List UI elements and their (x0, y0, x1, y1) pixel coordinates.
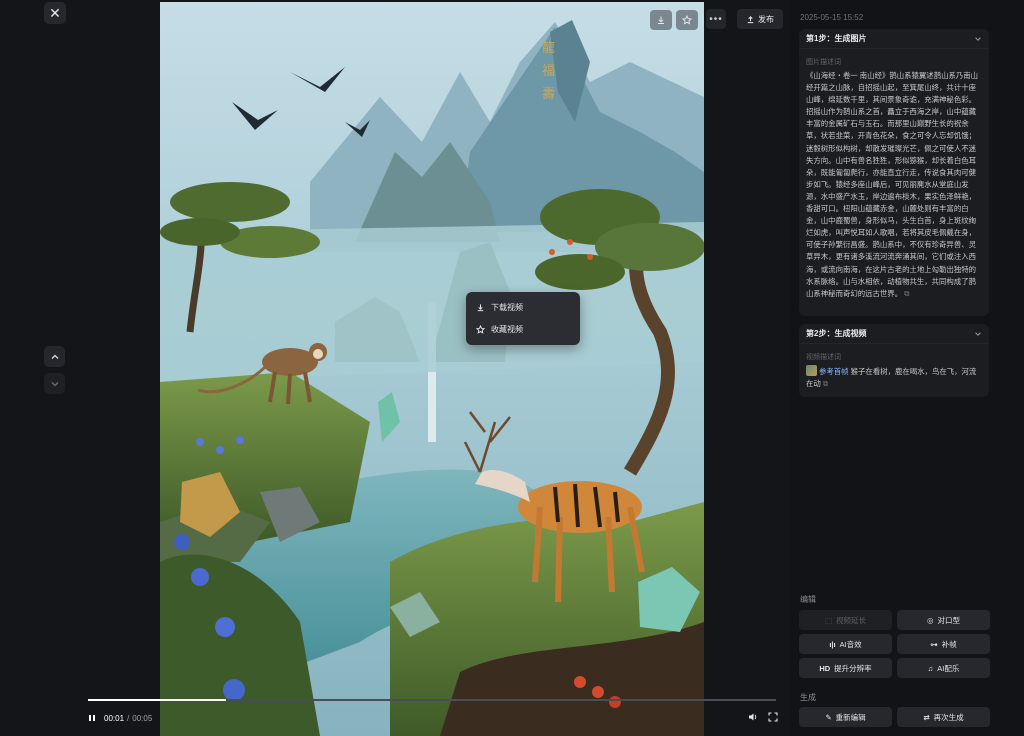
upscale-button[interactable]: HD 提升分辨率 (799, 658, 892, 678)
tool-label: 视频延长 (836, 615, 867, 625)
extend-icon: ⬚ (824, 615, 833, 625)
tool-label: AI音效 (839, 639, 862, 649)
lip-sync-icon: ◎ (926, 615, 934, 625)
step2-card: 第2步：生成视频 视频描述词 参考首帧 猴子在看树，鹿在喝水，鸟在飞，河流在动 … (799, 324, 989, 397)
frame-interpolation-button[interactable]: ⊶ 补帧 (897, 634, 990, 654)
player-controls: 00:01 / 00:05 (88, 710, 778, 726)
calligraphy-char-2: 福 (542, 64, 555, 79)
copy-icon[interactable]: ⧉ (904, 289, 909, 298)
pencil-icon: ✎ (825, 712, 832, 722)
step2-sub-label: 视频描述词 (806, 354, 841, 361)
ai-music-button[interactable]: ♫ AI配乐 (897, 658, 990, 678)
progress-fill (88, 699, 226, 701)
tool-label: 对口型 (937, 615, 961, 625)
calligraphy-char-3: 壽 (542, 87, 555, 102)
download-icon (477, 303, 484, 311)
ai-sound-effect-button[interactable]: ı|ı AI音效 (799, 634, 892, 654)
chevron-up-icon (51, 354, 58, 359)
star-icon (682, 15, 692, 25)
tool-label: 重新编辑 (835, 712, 866, 722)
menu-item-download-video[interactable]: 下载视频 (466, 296, 580, 318)
tool-label: AI配乐 (937, 663, 960, 673)
step2-title: 第2步：生成视频 (806, 329, 867, 338)
download-icon (658, 16, 664, 24)
step1-card: 第1步：生成图片 图片描述词 《山海经・卷一 南山经》鹊山系猿翼述鹊山系乃南山经… (799, 29, 989, 316)
pause-button[interactable] (88, 713, 98, 723)
menu-item-favorite-video[interactable]: 收藏视频 (466, 318, 580, 340)
tool-label: 补帧 (941, 639, 957, 649)
more-icon: ••• (709, 13, 723, 25)
more-options-button[interactable]: ••• (706, 9, 726, 29)
regenerate-button[interactable]: ⇄ 再次生成 (897, 707, 990, 727)
reference-frame-thumbnail[interactable] (806, 365, 817, 376)
hd-icon: HD (819, 663, 831, 673)
next-button[interactable] (44, 373, 65, 394)
calligraphy-char-1: 龍 (542, 40, 555, 56)
chevron-down-icon (51, 381, 58, 386)
context-menu: 下载视频 收藏视频 (466, 292, 580, 345)
music-icon: ♫ (927, 663, 934, 673)
video-progress-bar[interactable] (88, 699, 776, 701)
step1-prompt-text: 《山海经・卷一 南山经》鹊山系猿翼述鹊山系乃南山经开篇之山脉，自招摇山起，至箕尾… (799, 70, 989, 300)
fullscreen-icon[interactable] (768, 712, 778, 722)
player-right-controls (748, 712, 778, 722)
generate-section-label: 生成 (800, 693, 816, 702)
menu-item-label: 收藏视频 (491, 324, 523, 334)
total-time: 00:05 (132, 713, 153, 723)
step2-prompt-text: 参考首帧 猴子在看树，鹿在喝水，鸟在飞，河流在动 ⧉ (799, 365, 989, 390)
lip-sync-button[interactable]: ◎ 对口型 (897, 610, 990, 630)
favorite-image-button[interactable] (676, 10, 698, 30)
step2-header[interactable]: 第2步：生成视频 (799, 324, 989, 344)
sound-effect-icon: ı|ı (829, 639, 836, 649)
generation-panel: 2025-05-15 15:52 第1步：生成图片 图片描述词 《山海经・卷一 … (790, 0, 1024, 736)
chevron-down-icon (975, 36, 981, 41)
volume-icon[interactable] (748, 712, 758, 722)
publish-label: 发布 (758, 14, 774, 24)
star-icon (476, 324, 485, 334)
close-icon: ✕ (49, 5, 61, 21)
edit-section-label: 编辑 (800, 595, 816, 604)
image-toolbar (650, 10, 698, 30)
re-edit-button[interactable]: ✎ 重新编辑 (799, 707, 892, 727)
close-button[interactable]: ✕ (44, 2, 66, 24)
reference-frame-label[interactable]: 参考首帧 (819, 367, 849, 376)
menu-item-label: 下载视频 (491, 302, 523, 312)
download-image-button[interactable] (650, 10, 672, 30)
edit-tools: ⬚ 视频延长 ◎ 对口型 ı|ı AI音效 ⊶ 补帧 HD 提升分辨率 ♫ AI配乐 (799, 610, 990, 678)
step1-title: 第1步：生成图片 (806, 34, 867, 43)
chevron-down-icon (975, 331, 981, 336)
copy-icon[interactable]: ⧉ (823, 379, 828, 388)
media-viewer: ✕ 龍 福 壽 下载视频 收藏视频 ••• 发布 00:01 / 00:05 (0, 0, 790, 736)
timestamp: 2025-05-15 15:52 (800, 13, 864, 22)
step1-text: 《山海经・卷一 南山经》鹊山系猿翼述鹊山系乃南山经开篇之山脉，自招摇山起，至箕尾… (806, 71, 979, 298)
video-frame[interactable]: 龍 福 壽 (160, 2, 704, 736)
time-separator: / (127, 713, 130, 723)
previous-button[interactable] (44, 346, 65, 367)
publish-button[interactable]: 发布 (737, 9, 783, 29)
generate-tools: ✎ 重新编辑 ⇄ 再次生成 (799, 707, 990, 727)
pause-icon (89, 715, 95, 721)
step1-sub-label: 图片描述词 (806, 59, 841, 66)
current-time: 00:01 (104, 713, 125, 723)
frame-interp-icon: ⊶ (930, 639, 938, 649)
fantasy-landscape-image: 龍 福 壽 (160, 2, 704, 736)
extend-video-button[interactable]: ⬚ 视频延长 (799, 610, 892, 630)
regenerate-icon: ⇄ (923, 712, 930, 722)
step1-header[interactable]: 第1步：生成图片 (799, 29, 989, 49)
tool-label: 再次生成 (933, 712, 964, 722)
upload-icon (747, 15, 754, 23)
tool-label: 提升分辨率 (834, 663, 872, 673)
